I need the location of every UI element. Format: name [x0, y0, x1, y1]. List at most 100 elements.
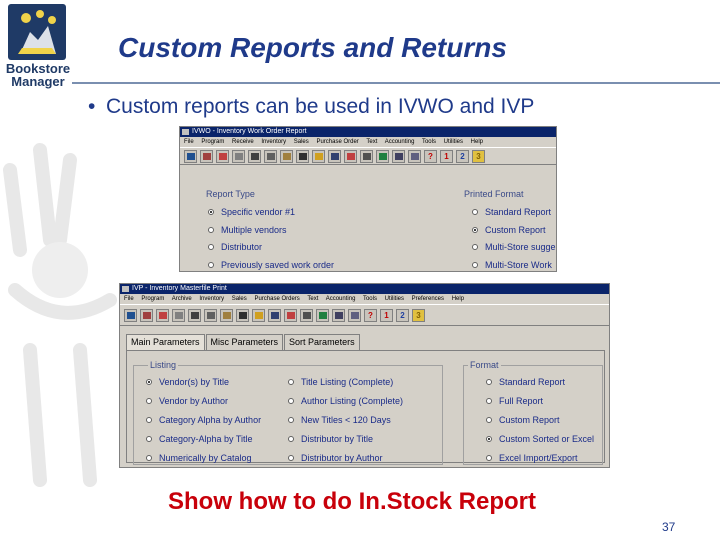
format-option[interactable]: Custom Report [486, 415, 560, 425]
menu-text[interactable]: Text [366, 139, 377, 145]
menu-file[interactable]: File [124, 296, 134, 302]
list-icon[interactable] [360, 150, 373, 163]
chart-icon[interactable] [376, 150, 389, 163]
list-icon[interactable] [300, 309, 313, 322]
print-icon[interactable] [140, 309, 153, 322]
format-option[interactable]: Excel Import/Export [486, 453, 578, 463]
option-label: Distributor [221, 242, 263, 252]
ivp-title: IVP - Inventory Masterfile Print [132, 285, 227, 292]
radio-icon [472, 262, 478, 268]
report-type-option[interactable]: Multiple vendors [208, 225, 287, 235]
car-icon[interactable] [236, 309, 249, 322]
menu-archive[interactable]: Archive [172, 296, 192, 302]
listing-option[interactable]: Vendor(s) by Title [146, 377, 229, 387]
listing-option[interactable]: Category-Alpha by Title [146, 434, 253, 444]
option-label: Category-Alpha by Title [159, 434, 253, 444]
users-icon[interactable] [408, 150, 421, 163]
undo-icon[interactable] [328, 150, 341, 163]
menu-help[interactable]: Help [471, 139, 483, 145]
listing-option[interactable]: Vendor by Author [146, 396, 228, 406]
listing-option[interactable]: Category Alpha by Author [146, 415, 261, 425]
menu-accounting[interactable]: Accounting [385, 139, 415, 145]
camera-icon[interactable] [332, 309, 345, 322]
print-icon[interactable] [200, 150, 213, 163]
edit-icon[interactable] [156, 309, 169, 322]
toolbar-2-button[interactable]: 2 [396, 309, 409, 322]
printed-format-option[interactable]: Multi-Store Work [472, 260, 552, 270]
cut-icon[interactable] [248, 150, 261, 163]
menu-receive[interactable]: Receive [232, 139, 254, 145]
ivp-tabs: Main Parameters Misc Parameters Sort Par… [126, 334, 361, 350]
menu-file[interactable]: File [184, 139, 194, 145]
menu-preferences[interactable]: Preferences [412, 296, 444, 302]
radio-icon [486, 417, 492, 423]
copy-icon[interactable] [264, 150, 277, 163]
option-label: Standard Report [485, 207, 552, 217]
listing-option[interactable]: Distributor by Title [288, 434, 373, 444]
toolbar-2-button[interactable]: 2 [456, 150, 469, 163]
menu-sales[interactable]: Sales [294, 139, 309, 145]
toolbar-1-button[interactable]: 1 [440, 150, 453, 163]
menu-inventory[interactable]: Inventory [261, 139, 286, 145]
option-label: Custom Report [485, 225, 546, 235]
menu-program[interactable]: Program [141, 296, 164, 302]
camera-icon[interactable] [392, 150, 405, 163]
menu-purchase-orders[interactable]: Purchase Orders [254, 296, 299, 302]
settings-icon[interactable] [172, 309, 185, 322]
tab-sort-parameters[interactable]: Sort Parameters [284, 334, 360, 350]
menu-utilities[interactable]: Utilities [444, 139, 463, 145]
listing-option[interactable]: Author Listing (Complete) [288, 396, 403, 406]
menu-tools[interactable]: Tools [363, 296, 377, 302]
paste-icon[interactable] [280, 150, 293, 163]
menu-tools[interactable]: Tools [422, 139, 436, 145]
cut-icon[interactable] [188, 309, 201, 322]
menu-program[interactable]: Program [201, 139, 224, 145]
format-option[interactable]: Custom Sorted or Excel [486, 434, 594, 444]
printed-format-option[interactable]: Custom Report [472, 225, 546, 235]
chart-icon[interactable] [316, 309, 329, 322]
menu-sales[interactable]: Sales [232, 296, 247, 302]
radio-icon [146, 398, 152, 404]
toolbar-3-button[interactable]: 3 [412, 309, 425, 322]
edit-icon[interactable] [216, 150, 229, 163]
menu-text[interactable]: Text [307, 296, 318, 302]
folder-icon[interactable] [312, 150, 325, 163]
report-type-option[interactable]: Distributor [208, 242, 262, 252]
format-option[interactable]: Standard Report [486, 377, 565, 387]
printed-format-option[interactable]: Standard Report [472, 207, 551, 217]
help-icon[interactable]: ? [424, 150, 437, 163]
listing-option[interactable]: Title Listing (Complete) [288, 377, 393, 387]
car-icon[interactable] [296, 150, 309, 163]
radio-icon [486, 379, 492, 385]
users-icon[interactable] [348, 309, 361, 322]
menu-accounting[interactable]: Accounting [326, 296, 356, 302]
listing-option[interactable]: Numerically by Catalog [146, 453, 252, 463]
menu-help[interactable]: Help [452, 296, 464, 302]
format-option[interactable]: Full Report [486, 396, 543, 406]
calculator-icon[interactable] [184, 150, 197, 163]
report-type-option[interactable]: Previously saved work order [208, 260, 334, 270]
calculator-icon[interactable] [124, 309, 137, 322]
tab-misc-parameters[interactable]: Misc Parameters [205, 334, 284, 350]
menu-inventory[interactable]: Inventory [199, 296, 224, 302]
email-icon[interactable] [344, 150, 357, 163]
help-icon[interactable]: ? [364, 309, 377, 322]
toolbar-3-button[interactable]: 3 [472, 150, 485, 163]
option-label: Author Listing (Complete) [301, 396, 404, 406]
settings-icon[interactable] [232, 150, 245, 163]
paste-icon[interactable] [220, 309, 233, 322]
ivp-titlebar: IVP - Inventory Masterfile Print [120, 284, 609, 294]
toolbar-1-button[interactable]: 1 [380, 309, 393, 322]
email-icon[interactable] [284, 309, 297, 322]
folder-icon[interactable] [252, 309, 265, 322]
undo-icon[interactable] [268, 309, 281, 322]
listing-option[interactable]: New Titles < 120 Days [288, 415, 391, 425]
radio-icon [208, 244, 214, 250]
listing-option[interactable]: Distributor by Author [288, 453, 383, 463]
menu-purchase-order[interactable]: Purchase Order [316, 139, 358, 145]
printed-format-option[interactable]: Multi-Store sugge [472, 242, 556, 252]
tab-main-parameters[interactable]: Main Parameters [126, 334, 205, 350]
copy-icon[interactable] [204, 309, 217, 322]
report-type-option[interactable]: Specific vendor #1 [208, 207, 295, 217]
menu-utilities[interactable]: Utilities [385, 296, 404, 302]
